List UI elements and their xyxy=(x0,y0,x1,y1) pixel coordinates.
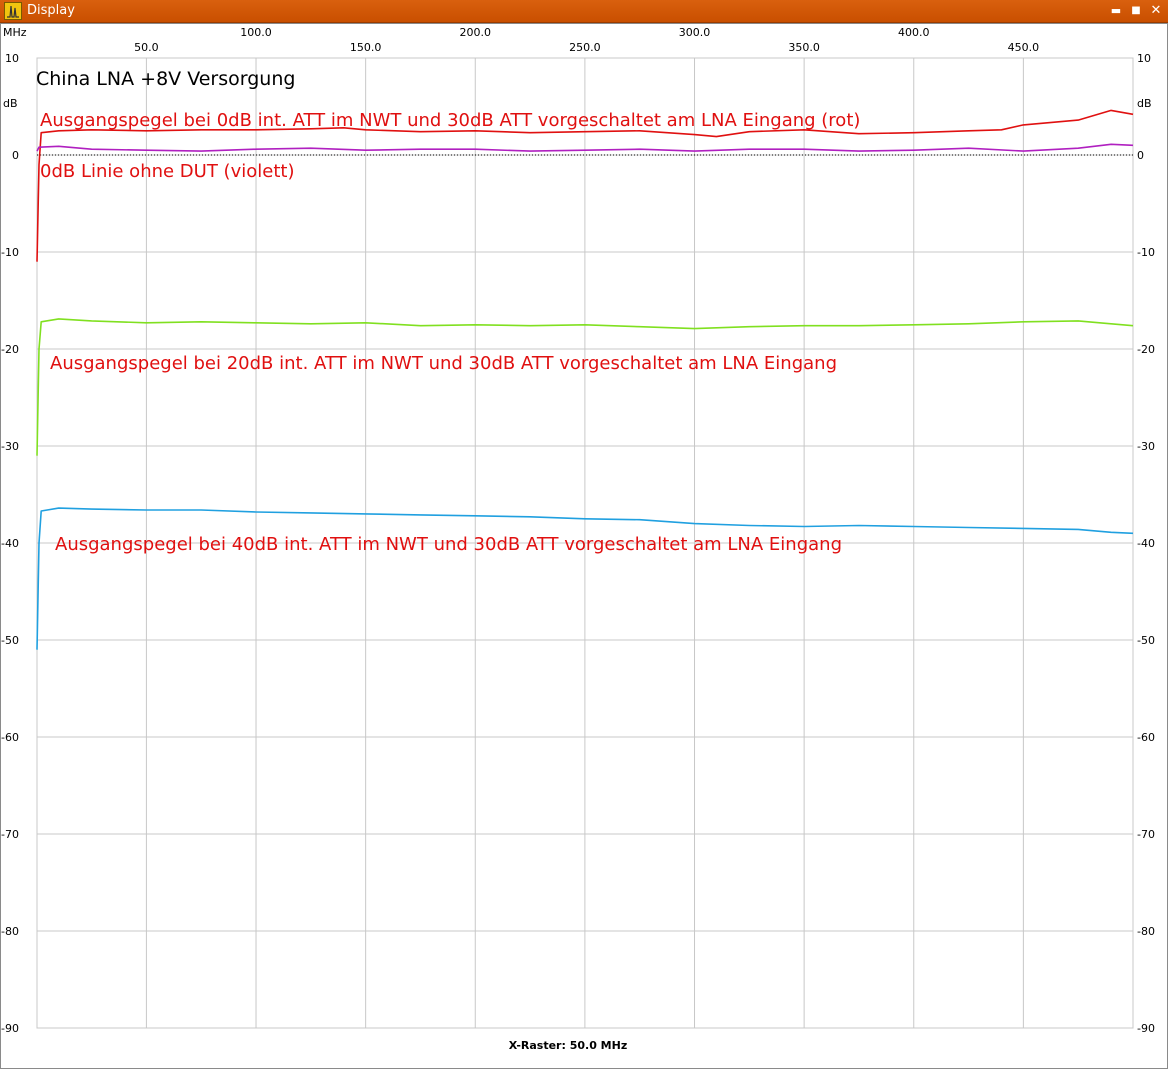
annotation-blue-trace: Ausgangspegel bei 40dB int. ATT im NWT u… xyxy=(55,534,842,555)
y-tick-label-right: -90 xyxy=(1137,1022,1155,1035)
y-tick-label-left: -10 xyxy=(1,246,19,259)
y-tick-label-left: -90 xyxy=(1,1022,19,1035)
x-raster-label: X-Raster: 50.0 MHz xyxy=(509,1039,628,1052)
y-tick-label-right: -70 xyxy=(1137,828,1155,841)
spectrum-app-icon xyxy=(4,2,22,20)
y-unit-label-right: dB xyxy=(1137,97,1152,110)
y-tick-label-right: -20 xyxy=(1137,343,1155,356)
x-tick-label: 200.0 xyxy=(460,26,492,39)
y-tick-label-left: -20 xyxy=(1,343,19,356)
y-tick-label-right: -50 xyxy=(1137,634,1155,647)
x-tick-label: 150.0 xyxy=(350,41,382,54)
y-tick-label-right: -80 xyxy=(1137,925,1155,938)
y-tick-label-left: -30 xyxy=(1,440,19,453)
x-tick-label: 100.0 xyxy=(240,26,272,39)
y-tick-label-left: 0 xyxy=(12,149,19,162)
annotation-green-trace: Ausgangspegel bei 20dB int. ATT im NWT u… xyxy=(50,353,837,374)
x-tick-label: 400.0 xyxy=(898,26,930,39)
y-tick-label-left: -70 xyxy=(1,828,19,841)
minimize-icon[interactable]: ▬ xyxy=(1108,3,1124,19)
annotation-violet-trace: 0dB Linie ohne DUT (violett) xyxy=(40,161,294,182)
chart-area: 50.0 100.0 150.0 200.0 250.0 300.0 350.0 400.0 4… xyxy=(0,23,1168,1069)
y-tick-label-left: -60 xyxy=(1,731,19,744)
y-tick-label-left: -80 xyxy=(1,925,19,938)
y-tick-label-right: -30 xyxy=(1137,440,1155,453)
window-titlebar[interactable]: Display ▬ ■ ✕ xyxy=(0,0,1168,23)
x-tick-label: 250.0 xyxy=(569,41,601,54)
maximize-icon[interactable]: ■ xyxy=(1128,3,1144,19)
y-tick-label-right: -60 xyxy=(1137,731,1155,744)
y-tick-label-left: -40 xyxy=(1,537,19,550)
y-tick-label-left: 10 xyxy=(5,52,19,65)
window-title: Display xyxy=(27,3,75,18)
y-tick-label-right: 0 xyxy=(1137,149,1144,162)
y-tick-label-right: -10 xyxy=(1137,246,1155,259)
chart-title: China LNA +8V Versorgung xyxy=(36,68,295,90)
close-icon[interactable]: ✕ xyxy=(1148,3,1164,19)
x-tick-label: 300.0 xyxy=(679,26,711,39)
x-tick-label: 50.0 xyxy=(134,41,159,54)
y-tick-label-right: 10 xyxy=(1137,52,1151,65)
x-tick-label: 450.0 xyxy=(1008,41,1040,54)
y-tick-label-left: -50 xyxy=(1,634,19,647)
x-tick-label: 350.0 xyxy=(788,41,820,54)
x-unit-label: MHz xyxy=(3,26,27,39)
annotation-red-trace: Ausgangspegel bei 0dB int. ATT im NWT un… xyxy=(40,110,860,131)
y-tick-label-right: -40 xyxy=(1137,537,1155,550)
y-unit-label-left: dB xyxy=(3,97,18,110)
spectrum-chart: 50.0 100.0 150.0 200.0 250.0 300.0 350.0 400.0 4… xyxy=(1,26,1155,1052)
